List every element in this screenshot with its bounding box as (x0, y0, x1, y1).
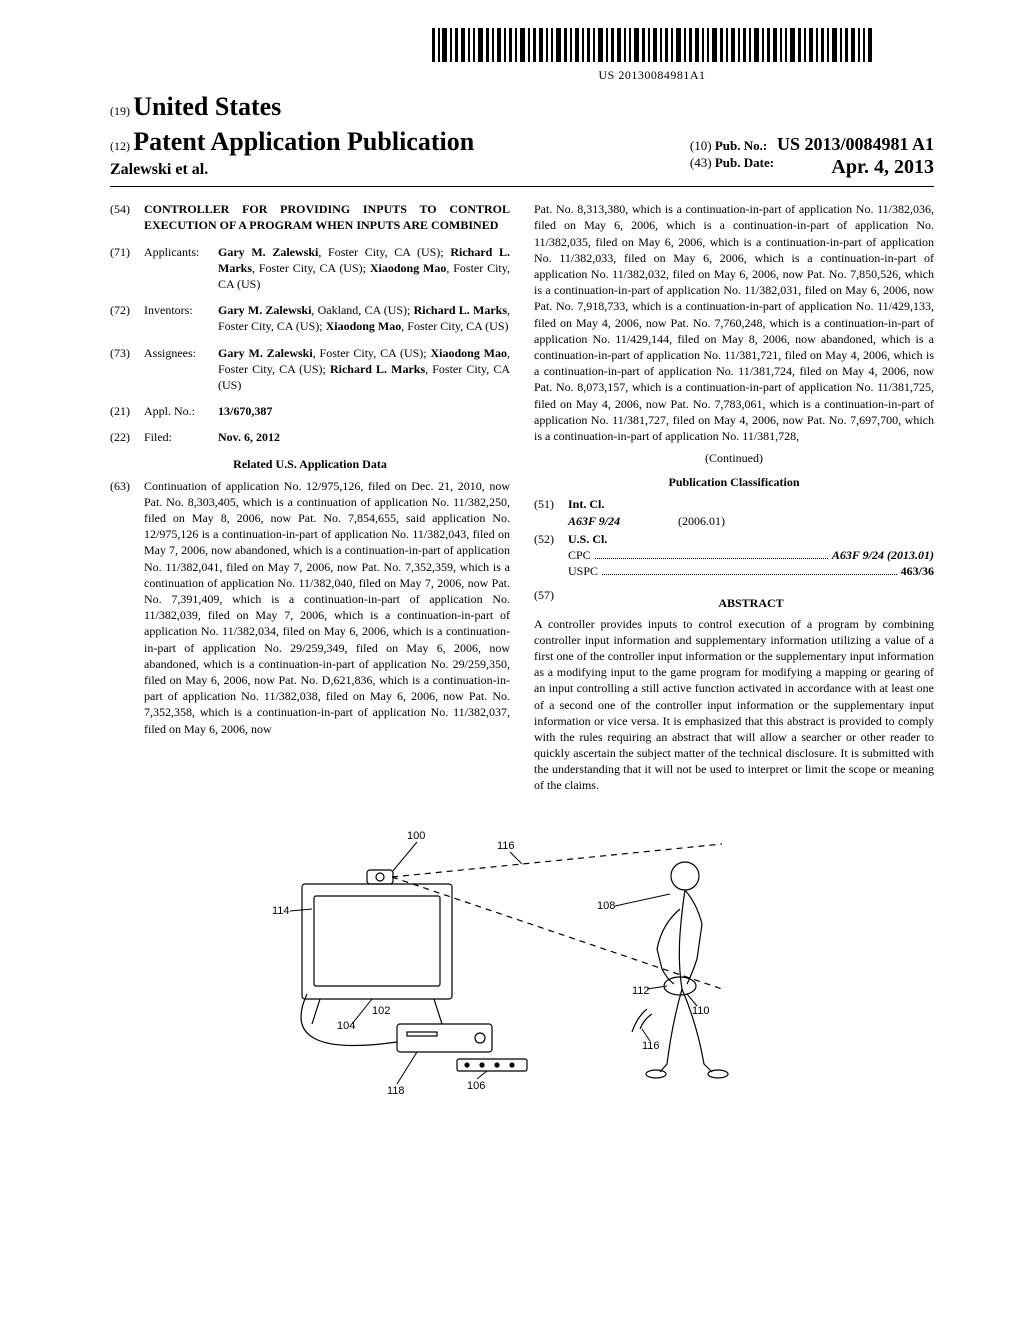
pub-date: Apr. 4, 2013 (831, 155, 934, 180)
svg-text:112: 112 (632, 985, 650, 997)
filed-label: Filed: (144, 429, 218, 445)
int-cl-code: A63F 9/24 (568, 513, 678, 529)
country: United States (133, 92, 281, 121)
pub-no-label: Pub. No.: (715, 138, 767, 153)
header: (19) United States (12) Patent Applicati… (110, 91, 934, 180)
abstract-num: (57) (534, 587, 568, 615)
abstract: A controller provides inputs to control … (534, 616, 934, 794)
svg-text:100: 100 (407, 830, 425, 842)
assignees-num: (73) (110, 345, 144, 394)
svg-text:116: 116 (642, 1040, 660, 1052)
body-columns: (54) CONTROLLER FOR PROVIDING INPUTS TO … (110, 201, 934, 793)
authors: Zalewski et al. (110, 160, 474, 180)
svg-text:102: 102 (372, 1005, 390, 1017)
pub-date-num: (43) (690, 155, 712, 170)
applicants-num: (71) (110, 244, 144, 293)
applicants-label: Applicants: (144, 244, 218, 293)
doc-type-num: (12) (110, 139, 130, 153)
continued: (Continued) (534, 450, 934, 466)
us-cl-label: U.S. Cl. (568, 531, 934, 547)
svg-text:114: 114 (272, 905, 290, 917)
assignees: Gary M. Zalewski, Foster City, CA (US); … (218, 345, 510, 394)
appl-num: (21) (110, 403, 144, 419)
svg-text:118: 118 (387, 1085, 405, 1097)
figure-drawing: 100 116 114 102 104 106 118 108 112 110 … (242, 814, 802, 1104)
dotted-fill-icon (602, 567, 897, 575)
pub-no-num: (10) (690, 138, 712, 153)
us-cl-num: (52) (534, 531, 568, 580)
doc-type: Patent Application Publication (133, 127, 474, 156)
appl-label: Appl. No.: (144, 403, 218, 419)
cpc-label: CPC (568, 547, 591, 563)
inventors-num: (72) (110, 302, 144, 334)
divider (110, 186, 934, 187)
cpc-val: A63F 9/24 (2013.01) (832, 547, 934, 563)
applicants: Gary M. Zalewski, Foster City, CA (US); … (218, 244, 510, 293)
title: CONTROLLER FOR PROVIDING INPUTS TO CONTR… (144, 201, 510, 233)
barcode-number: US 20130084981A1 (370, 68, 934, 83)
continuation-text: Continuation of application No. 12/975,1… (144, 478, 510, 737)
filed-num: (22) (110, 429, 144, 445)
svg-text:108: 108 (597, 900, 615, 912)
title-num: (54) (110, 201, 144, 233)
int-cl-ver: (2006.01) (678, 513, 725, 529)
inventors-label: Inventors: (144, 302, 218, 334)
continuation-top: Pat. No. 8,313,380, which is a continuat… (534, 201, 934, 444)
country-num: (19) (110, 104, 130, 118)
svg-text:106: 106 (467, 1080, 485, 1092)
related-heading: Related U.S. Application Data (110, 456, 510, 472)
dotted-fill-icon (595, 551, 828, 559)
right-column: Pat. No. 8,313,380, which is a continuat… (534, 201, 934, 793)
int-cl-num: (51) (534, 496, 568, 528)
appl-no: 13/670,387 (218, 403, 510, 419)
pub-no: US 2013/0084981 A1 (777, 134, 934, 154)
svg-text:110: 110 (692, 1005, 710, 1017)
assignees-label: Assignees: (144, 345, 218, 394)
svg-text:104: 104 (337, 1020, 355, 1032)
svg-text:116: 116 (497, 840, 515, 852)
continuation-num: (63) (110, 478, 144, 737)
uspc-val: 463/36 (901, 563, 934, 579)
filed: Nov. 6, 2012 (218, 429, 510, 445)
uspc-label: USPC (568, 563, 598, 579)
left-column: (54) CONTROLLER FOR PROVIDING INPUTS TO … (110, 201, 510, 793)
barcode-block: US 20130084981A1 (370, 28, 934, 83)
figure: 100 116 114 102 104 106 118 108 112 110 … (110, 814, 934, 1108)
barcode-icon (432, 28, 872, 62)
pub-date-label: Pub. Date: (715, 155, 774, 170)
int-cl-label: Int. Cl. (568, 496, 934, 512)
pub-class-heading: Publication Classification (534, 474, 934, 490)
inventors: Gary M. Zalewski, Oakland, CA (US); Rich… (218, 302, 510, 334)
abstract-label: ABSTRACT (568, 595, 934, 611)
